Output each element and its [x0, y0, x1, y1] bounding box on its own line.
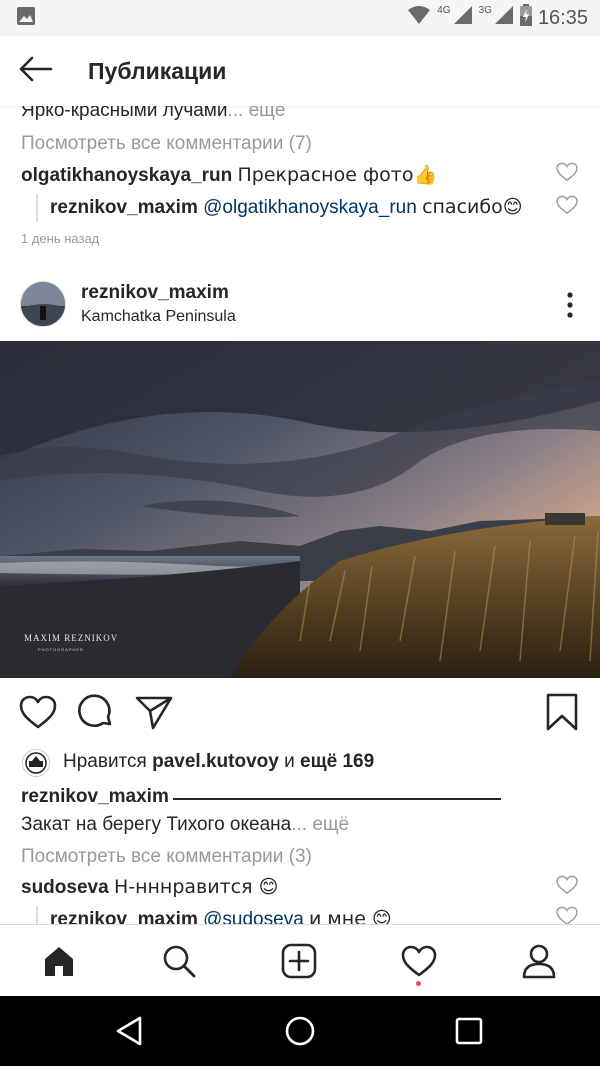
caption-more-link[interactable]: ... ещё	[228, 106, 286, 121]
comment-username[interactable]: reznikov_maxim	[50, 197, 198, 218]
activity-notification-dot	[416, 981, 421, 986]
caption-header: reznikov_maxim	[21, 786, 501, 808]
top-app-bar: Публикации	[0, 36, 600, 106]
signal-icon	[453, 5, 473, 31]
recents-square-icon[interactable]	[452, 1014, 486, 1048]
bottom-nav	[0, 924, 600, 996]
back-button[interactable]	[0, 36, 70, 106]
comment-like-heart-icon[interactable]	[556, 906, 578, 924]
add-post-icon	[281, 943, 317, 979]
caption-divider	[172, 798, 501, 800]
comment: olgatikhanoyskaya_run Прекрасное фото👍	[21, 163, 437, 187]
like-heart-icon[interactable]	[18, 692, 58, 732]
clock: 16:35	[537, 6, 588, 29]
comment-username[interactable]: reznikov_maxim	[50, 909, 198, 924]
comment-like-heart-icon[interactable]	[556, 195, 578, 215]
photo-watermark-sub: PHOTOGRAPHER	[38, 647, 84, 652]
page-title: Публикации	[88, 57, 227, 84]
caption-username[interactable]: reznikov_maxim	[21, 786, 169, 807]
comment-reply: reznikov_maxim @sudoseva и мне 😊	[50, 908, 392, 924]
caption-more-link[interactable]: ... ещё	[291, 814, 349, 835]
comment-bubble-icon[interactable]	[76, 692, 116, 732]
likes-summary: Нравится pavel.kutovoy и ещё 169	[63, 751, 374, 773]
post-username[interactable]: reznikov_maxim	[81, 282, 229, 304]
back-triangle-icon[interactable]	[113, 1014, 147, 1048]
liker-avatar[interactable]	[22, 749, 50, 777]
network-type-1: 4G	[437, 4, 451, 16]
more-options-icon[interactable]	[562, 292, 578, 318]
comment-text: Прекрасное фото👍	[237, 164, 438, 186]
view-all-comments-link[interactable]: Посмотреть все комментарии (3)	[21, 846, 312, 868]
comment-text: Н-нннравится 😊	[113, 876, 279, 898]
caption-text: Закат на берегу Тихого океана	[21, 814, 292, 835]
home-icon	[45, 947, 73, 976]
post-actions	[0, 692, 600, 746]
status-bar: 4G 3G 16:35	[0, 0, 600, 36]
post-timestamp: 1 день назад	[21, 231, 100, 246]
comment-username[interactable]: sudoseva	[21, 877, 109, 898]
comment-mention[interactable]: @sudoseva	[203, 909, 304, 924]
comment-text: спасибо😊	[422, 196, 523, 218]
image-icon	[16, 6, 36, 31]
nav-search[interactable]	[157, 939, 201, 983]
likes-row: Нравится pavel.kutovoy и ещё 169	[0, 746, 600, 780]
battery-icon	[519, 4, 532, 32]
comment-username[interactable]: olgatikhanoyskaya_run	[21, 165, 232, 186]
avatar[interactable]	[20, 281, 66, 327]
photo-watermark: MAXIM REZNIKOV	[24, 633, 118, 643]
network-type-2: 3G	[478, 4, 492, 16]
comment-text: и мне 😊	[309, 908, 392, 924]
signal-icon	[494, 5, 514, 31]
nav-profile[interactable]	[517, 939, 561, 983]
bookmark-icon[interactable]	[542, 692, 582, 732]
likes-user-link[interactable]: pavel.kutovoy	[152, 751, 279, 772]
likes-count-link[interactable]: ещё 169	[300, 751, 374, 772]
reply-thread-line	[36, 194, 38, 222]
nav-new-post[interactable]	[277, 939, 321, 983]
comment-reply: reznikov_maxim @olgatikhanoyskaya_run сп…	[50, 196, 523, 219]
arrow-left-icon	[17, 55, 53, 88]
post-location[interactable]: Kamchatka Peninsula	[81, 308, 236, 326]
likes-and: и	[284, 751, 295, 772]
caption-text: Ярко-красными лучами	[21, 106, 228, 121]
comment: sudoseva Н-нннравится 😊	[21, 876, 278, 899]
post-photo[interactable]: MAXIM REZNIKOV PHOTOGRAPHER	[0, 341, 600, 678]
home-circle-icon[interactable]	[283, 1014, 317, 1048]
nav-activity[interactable]	[397, 939, 441, 983]
reply-thread-line	[36, 906, 38, 924]
post-header: reznikov_maxim Kamchatka Peninsula	[0, 278, 600, 340]
profile-icon	[522, 944, 556, 979]
system-navigation-bar	[0, 996, 600, 1066]
comment-mention[interactable]: @olgatikhanoyskaya_run	[203, 197, 417, 218]
likes-prefix: Нравится	[63, 751, 147, 772]
wifi-icon	[407, 5, 431, 31]
share-send-icon[interactable]	[134, 692, 174, 732]
view-all-comments-link[interactable]: Посмотреть все комментарии (7)	[21, 133, 312, 155]
search-icon	[163, 945, 196, 978]
nav-home[interactable]	[37, 939, 81, 983]
previous-caption: Ярко-красными лучами... ещё	[21, 106, 285, 122]
caption: Закат на берегу Тихого океана... ещё	[21, 814, 349, 836]
comment-like-heart-icon[interactable]	[556, 875, 578, 895]
feed[interactable]: Ярко-красными лучами... ещё Посмотреть в…	[0, 106, 600, 924]
activity-heart-icon	[401, 945, 437, 977]
comment-like-heart-icon[interactable]	[556, 162, 578, 182]
